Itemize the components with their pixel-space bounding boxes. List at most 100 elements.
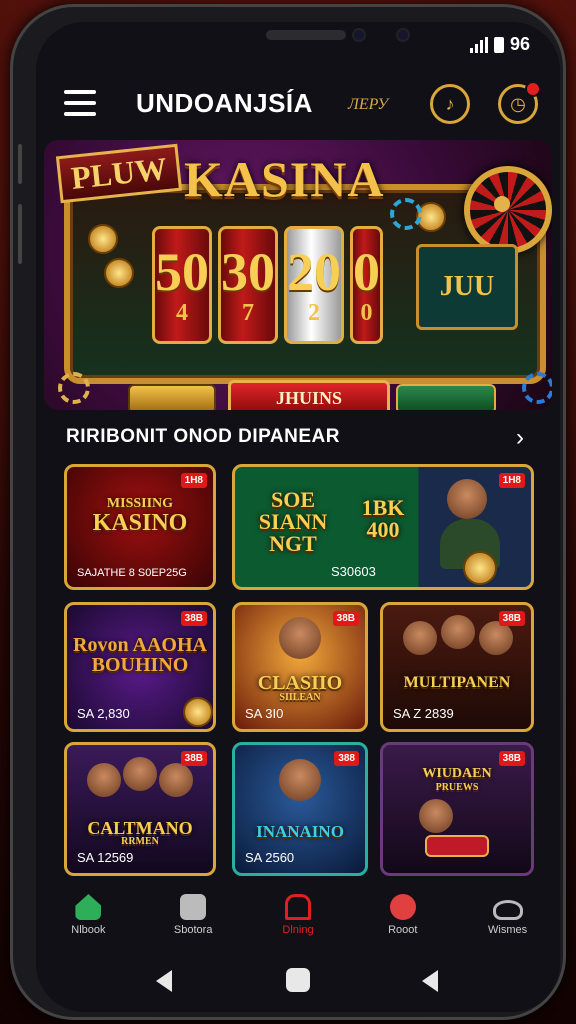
nav-label: Rooot	[388, 924, 418, 936]
bottom-nav: Nlbook Sbotora Dlning Rooot Wismes	[36, 888, 560, 948]
notifications-button[interactable]: ◷	[498, 81, 541, 124]
home-icon	[75, 894, 102, 920]
game-title: SOE SIANN NGT	[258, 487, 328, 556]
gold-bar	[128, 384, 216, 410]
dealer-avatar	[441, 615, 475, 649]
dealer-avatar	[159, 763, 193, 797]
chip-icon	[58, 372, 90, 404]
menu-icon[interactable]	[64, 90, 96, 116]
chip-icon	[522, 372, 552, 404]
game-price: SA 12569	[77, 850, 134, 865]
app-header: UNDOANJSÍA ЛЕРУ ♪ ◷	[36, 81, 560, 134]
game-subtitle: MISSIING	[106, 496, 174, 511]
volume-button	[18, 204, 22, 264]
game-price: SAJATHE 8 S0EP25G	[77, 567, 187, 579]
game-tile-inanaino[interactable]: INANAINO SA 2560 388	[232, 742, 368, 876]
nav-item-sbotora[interactable]: Sbotora	[148, 888, 238, 948]
game-title: WIUDAEN	[422, 766, 492, 781]
camera-icon	[396, 28, 410, 42]
back-icon[interactable]	[156, 970, 172, 992]
dealer-avatar	[279, 617, 321, 659]
game-tag: 388	[334, 751, 359, 766]
game-title: KASINO	[92, 510, 188, 536]
game-tag: 38B	[498, 751, 525, 766]
reel-big-value: 0	[353, 241, 380, 302]
chat-icon	[389, 894, 416, 920]
slot-reel: 30 7	[218, 226, 278, 344]
game-price: SA 3I0	[245, 706, 284, 721]
coin-icon	[88, 224, 118, 254]
slot-reel: 50 4	[152, 226, 212, 344]
dealer-avatar	[403, 621, 437, 655]
game-title: CALTMANO	[87, 818, 193, 838]
chevron-right-icon[interactable]: ›	[516, 424, 524, 452]
game-title: MULTIPANEN	[403, 674, 511, 691]
roulette-icon	[464, 166, 552, 254]
spin-button[interactable]: JHUINS	[228, 380, 390, 410]
dealer-avatar	[419, 799, 453, 833]
door-icon	[284, 894, 311, 920]
game-price: SA Z 2839	[393, 706, 454, 721]
hat-icon	[492, 900, 523, 920]
game-subtitle: PRUEWS	[435, 782, 479, 793]
game-tile-multipanen[interactable]: MULTIPANEN SA Z 2839 38B	[380, 602, 534, 732]
coin-icon	[463, 551, 497, 585]
game-tag: 38B	[180, 751, 207, 766]
nav-item-dlning[interactable]: Dlning	[253, 888, 343, 948]
side-screen: JUU	[416, 244, 518, 330]
headset-icon: ♪	[445, 94, 455, 114]
chip-icon	[390, 198, 422, 230]
dealer-avatar	[87, 763, 121, 797]
game-price: SA 2560	[245, 850, 295, 865]
game-tag: 1H8	[498, 473, 525, 488]
game-subtitle: RRMEN	[121, 836, 159, 847]
slot-reel: 0 0	[350, 226, 383, 344]
nav-label: Wismes	[488, 924, 528, 936]
section-title: RIRIBONIT ONOD DIPANEAR	[66, 426, 340, 447]
bag-icon	[180, 894, 207, 920]
status-bar: 96	[469, 34, 530, 55]
reel-big-value: 30	[221, 241, 275, 302]
coin-icon	[104, 258, 134, 288]
reel-small-value: 0	[360, 299, 373, 326]
game-title: Rovon AAOHA BOUHINO	[73, 634, 207, 676]
nav-label: Dlning	[282, 924, 314, 936]
game-title-right: 1BK 400	[361, 495, 405, 542]
speaker-notch	[266, 30, 346, 40]
game-title: CLASIIO	[257, 672, 343, 694]
battery-icon	[493, 36, 504, 53]
app-title: UNDOANJSÍA	[136, 88, 313, 118]
nav-item-nlbook[interactable]: Nlbook	[43, 888, 133, 948]
notification-dot	[525, 81, 541, 97]
game-subtitle: SIILEAN	[279, 692, 321, 703]
volume-button	[18, 144, 22, 184]
support-button[interactable]: ♪	[430, 84, 470, 124]
nav-item-wismes[interactable]: Wismes	[463, 888, 553, 948]
game-price: S30603	[331, 564, 376, 579]
game-tile-clasiio[interactable]: CLASIIO SIILEAN SA 3I0 38B	[232, 602, 368, 732]
nav-item-rooot[interactable]: Rooot	[358, 888, 448, 948]
game-tag: 38B	[498, 611, 525, 626]
dealer-avatar	[279, 759, 321, 801]
slot-reel: 20 2	[284, 226, 344, 344]
nav-label: Nlbook	[71, 924, 106, 936]
recents-icon[interactable]	[422, 970, 438, 992]
game-tile-kasino[interactable]: MISSIING KASINO SAJATHE 8 S0EP25G 1H8	[64, 464, 216, 590]
play-icon	[183, 697, 213, 727]
green-bar	[396, 384, 496, 410]
home-button[interactable]	[286, 968, 310, 992]
reel-big-value: 20	[287, 241, 341, 302]
signal-icon	[469, 36, 488, 53]
game-tile-bouhino[interactable]: Rovon AAOHA BOUHINO SA 2,830 38B	[64, 602, 216, 732]
nav-label: Sbotora	[173, 924, 213, 936]
banner-title: KASINA	[184, 151, 385, 207]
header-tagline: ЛЕРУ	[348, 96, 389, 113]
game-tile-caltmano[interactable]: CALTMANO RRMEN SA 12569 38B	[64, 742, 216, 876]
game-tile-wiudaen[interactable]: WIUDAEN PRUEWS 38B	[380, 742, 534, 876]
dealer-avatar	[479, 621, 513, 655]
game-tile-siann[interactable]: SOE SIANN NGT 1BK 400 S30603 1H8	[232, 464, 534, 590]
promo-banner[interactable]: PLUW KASINA 50 4 30 7 20 2 0 0 JUU JHUIN…	[44, 140, 552, 410]
system-nav-bar	[36, 958, 560, 998]
game-tag: 38B	[180, 611, 207, 626]
game-price: SA 2,830	[77, 706, 130, 721]
